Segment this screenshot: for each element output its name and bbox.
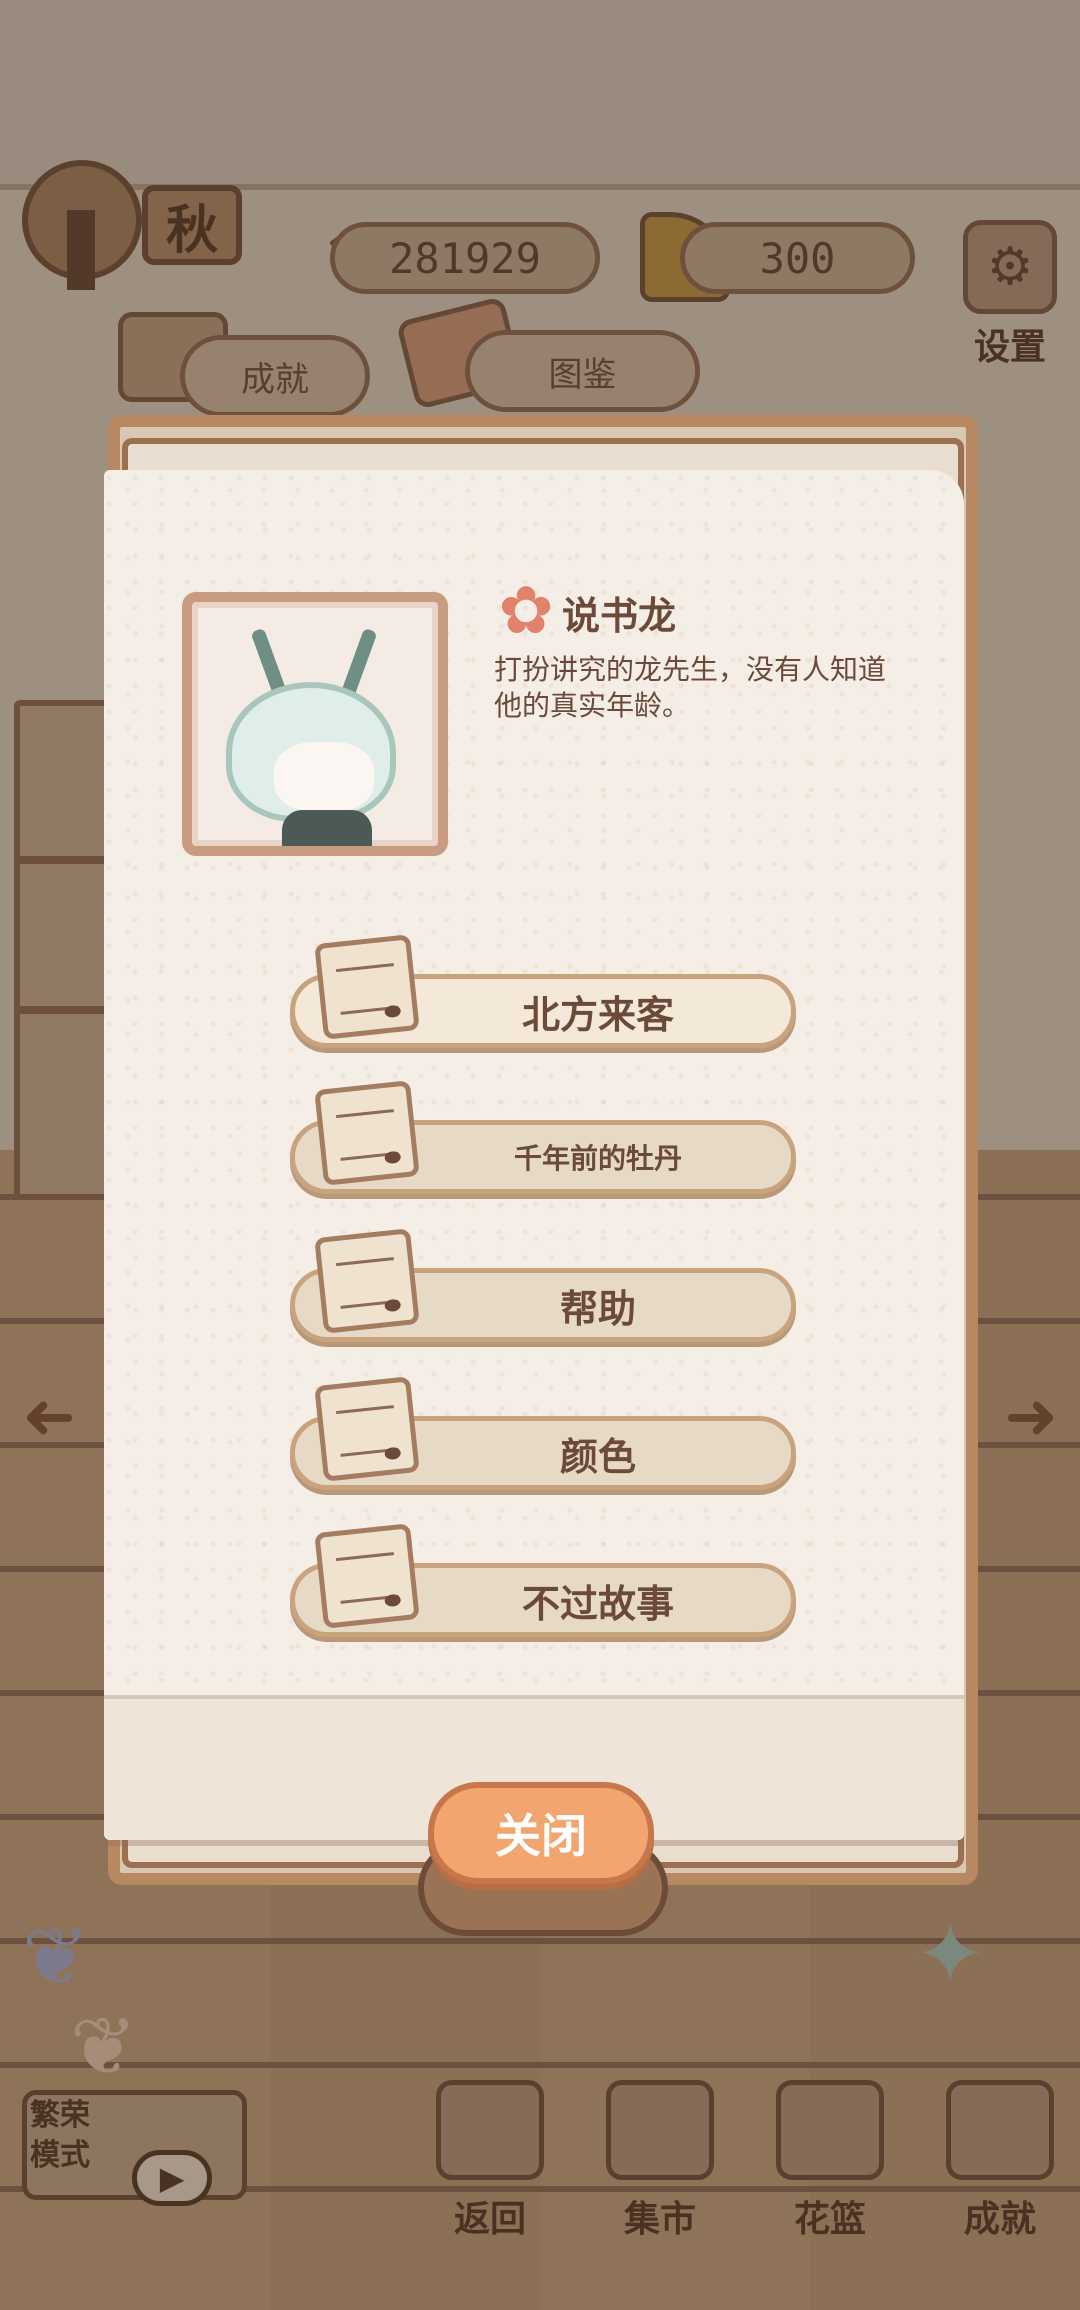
note-icon — [314, 1080, 420, 1186]
story-label: 北方来客 — [521, 992, 674, 1037]
close-button[interactable]: 关闭 — [428, 1782, 654, 1884]
story-button[interactable]: 北方来客 — [290, 934, 796, 1048]
collar — [282, 810, 372, 846]
character-portrait — [182, 592, 448, 856]
story-button[interactable]: 千年前的牡丹 — [290, 1080, 796, 1194]
face — [274, 742, 374, 812]
story-button[interactable]: 颜色 — [290, 1376, 796, 1490]
flower-icon: ✿ — [498, 572, 554, 649]
character-description: 打扮讲究的龙先生，没有人知道他的真实年龄。 — [494, 653, 887, 722]
note-icon — [314, 1228, 420, 1334]
note-icon — [314, 1376, 420, 1482]
story-label: 帮助 — [559, 1286, 636, 1331]
story-label: 千年前的牡丹 — [513, 1142, 682, 1175]
note-icon — [314, 1523, 420, 1629]
story-button[interactable]: 帮助 — [290, 1228, 796, 1342]
story-button[interactable]: 不过故事 — [290, 1523, 796, 1637]
character-name: 说书龙 — [562, 594, 677, 638]
story-label: 颜色 — [559, 1434, 636, 1479]
story-label: 不过故事 — [521, 1581, 674, 1626]
note-icon — [314, 934, 420, 1040]
